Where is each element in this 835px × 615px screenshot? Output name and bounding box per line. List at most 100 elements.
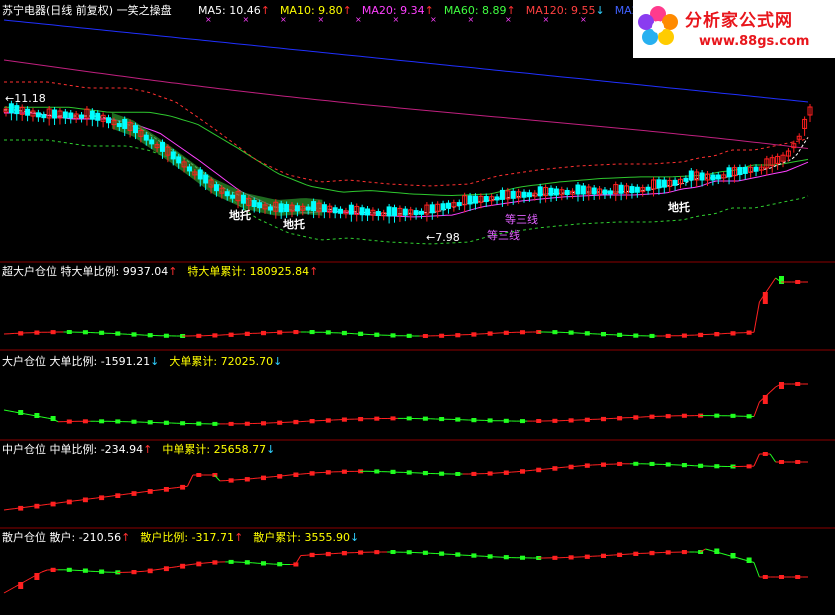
candle-body bbox=[375, 211, 381, 217]
site-watermark: 分析家公式网 www.88gs.com bbox=[633, 0, 835, 58]
indicator-value: 散户累计: 3555.90↓ bbox=[253, 531, 360, 544]
retail-line-segment bbox=[9, 586, 16, 591]
retail-line-segment bbox=[203, 562, 210, 564]
trend-arrow-icon: ↑ bbox=[506, 4, 516, 17]
indicator-value: 特大单累计: 180925.84↑ bbox=[187, 265, 319, 278]
candle-body bbox=[25, 108, 31, 116]
medium-line-segment bbox=[41, 503, 48, 506]
panel-header-medium: 中户仓位 中单比例: -234.94↑ 中单累计: 25658.77↓ bbox=[2, 443, 276, 456]
candle-body bbox=[402, 208, 408, 216]
retail-line-segment bbox=[41, 569, 48, 573]
medium-line-segment bbox=[279, 475, 285, 477]
large-line-bar bbox=[34, 413, 40, 418]
medium-line-segment bbox=[543, 468, 550, 470]
retail-line-segment bbox=[25, 577, 32, 582]
ma-legend: MA5: 10.46↑ MA10: 9.80↑ MA20: 9.34↑ MA60: 8… bbox=[198, 4, 677, 17]
medium-line-segment bbox=[284, 474, 291, 477]
flower-logo-icon bbox=[638, 6, 678, 45]
candle-body bbox=[413, 210, 419, 216]
medium-line-segment bbox=[106, 495, 112, 498]
candle-body bbox=[321, 204, 327, 213]
candle-body bbox=[197, 169, 203, 180]
medium-line-segment bbox=[165, 487, 172, 490]
candle-body bbox=[445, 202, 451, 209]
trend-arrow-icon: ↑ bbox=[342, 4, 352, 17]
support-label: 地托 bbox=[283, 218, 305, 231]
candle-body bbox=[742, 166, 748, 174]
candle-body bbox=[688, 170, 694, 181]
candle-body bbox=[440, 203, 446, 211]
candle-body bbox=[591, 187, 597, 195]
candle-body bbox=[170, 151, 176, 160]
high-price-label: ←11.18 bbox=[5, 92, 46, 105]
panel-header-large: 大户仓位 大单比例: -1591.21↓ 大单累计: 72025.70↓ bbox=[2, 355, 283, 368]
medium-line-segment bbox=[84, 498, 91, 500]
candle-body bbox=[618, 184, 624, 194]
candle-body bbox=[564, 189, 570, 195]
candle-body bbox=[186, 166, 192, 172]
chart-title: 苏宁电器(日线 前复权) 一笑之操盘 bbox=[2, 4, 172, 17]
candle-body bbox=[634, 186, 640, 193]
large-line-segment bbox=[25, 413, 32, 416]
medium-line-segment bbox=[149, 489, 156, 492]
medium-line-segment bbox=[570, 465, 577, 468]
candle-body bbox=[607, 190, 613, 195]
medium-line-segment bbox=[252, 477, 258, 480]
candle-body bbox=[95, 112, 101, 121]
candle-body bbox=[143, 134, 149, 141]
candle-body bbox=[699, 172, 705, 181]
candle-body bbox=[656, 179, 662, 189]
medium-line-segment bbox=[52, 502, 59, 505]
indicator-value: 大单累计: 72025.70↓ bbox=[169, 355, 283, 368]
candle-body bbox=[133, 125, 139, 134]
retail-line-segment bbox=[721, 553, 728, 556]
ma-legend-item: MA60: 8.89↑ bbox=[443, 4, 516, 17]
candle-body bbox=[251, 200, 257, 208]
support-label: 地托 bbox=[668, 201, 690, 214]
retail-line-segment bbox=[705, 548, 712, 551]
stock-chart[interactable]: × × × × × × × × × × × bbox=[0, 0, 835, 615]
large-line-bar bbox=[779, 382, 784, 389]
retail-line-segment bbox=[737, 557, 744, 560]
candle-body bbox=[305, 206, 311, 211]
candle-body bbox=[629, 186, 635, 194]
trend-arrow-icon: ↓ bbox=[595, 4, 605, 17]
retail-line-segment bbox=[187, 563, 193, 566]
candle-body bbox=[284, 203, 290, 212]
medium-line-segment bbox=[769, 453, 777, 463]
medium-line-segment bbox=[90, 497, 96, 500]
candle-body bbox=[521, 191, 527, 198]
large-line-segment bbox=[9, 410, 15, 413]
candle-body bbox=[332, 207, 338, 214]
medium-line-segment bbox=[554, 467, 560, 469]
candle-body bbox=[661, 179, 667, 188]
retail-line-segment bbox=[3, 589, 10, 594]
candle-body bbox=[499, 189, 505, 200]
medium-line-segment bbox=[3, 508, 10, 511]
candle-body bbox=[106, 117, 112, 124]
medium-line-segment bbox=[527, 469, 533, 472]
candle-body bbox=[14, 105, 20, 115]
candle-body bbox=[8, 103, 14, 114]
candle-body bbox=[526, 192, 532, 198]
support-label: 地托 bbox=[229, 209, 251, 222]
watermark-title: 分析家公式网 bbox=[685, 11, 793, 31]
watermark-url: www.88gs.com bbox=[699, 34, 810, 49]
candle-body bbox=[338, 208, 344, 214]
candle-body bbox=[537, 186, 543, 197]
trend-arrow-icon: ↑ bbox=[143, 443, 153, 456]
candle-body bbox=[257, 202, 263, 209]
candle-body bbox=[52, 109, 58, 119]
super-large-line-segment bbox=[769, 277, 777, 287]
large-line-segment bbox=[41, 416, 48, 419]
large-line-bar bbox=[18, 410, 24, 415]
medium-line-segment bbox=[538, 468, 544, 471]
candle-body bbox=[311, 201, 317, 212]
candle-body bbox=[294, 205, 300, 212]
medium-line-segment bbox=[521, 470, 528, 472]
indicator-value: 中单累计: 25658.77↓ bbox=[162, 443, 276, 456]
indicator-value: 特大单比例: 9937.04↑ bbox=[60, 265, 178, 278]
medium-line-segment bbox=[122, 493, 129, 496]
retail-line-segment bbox=[155, 568, 161, 571]
candle-body bbox=[79, 114, 85, 119]
